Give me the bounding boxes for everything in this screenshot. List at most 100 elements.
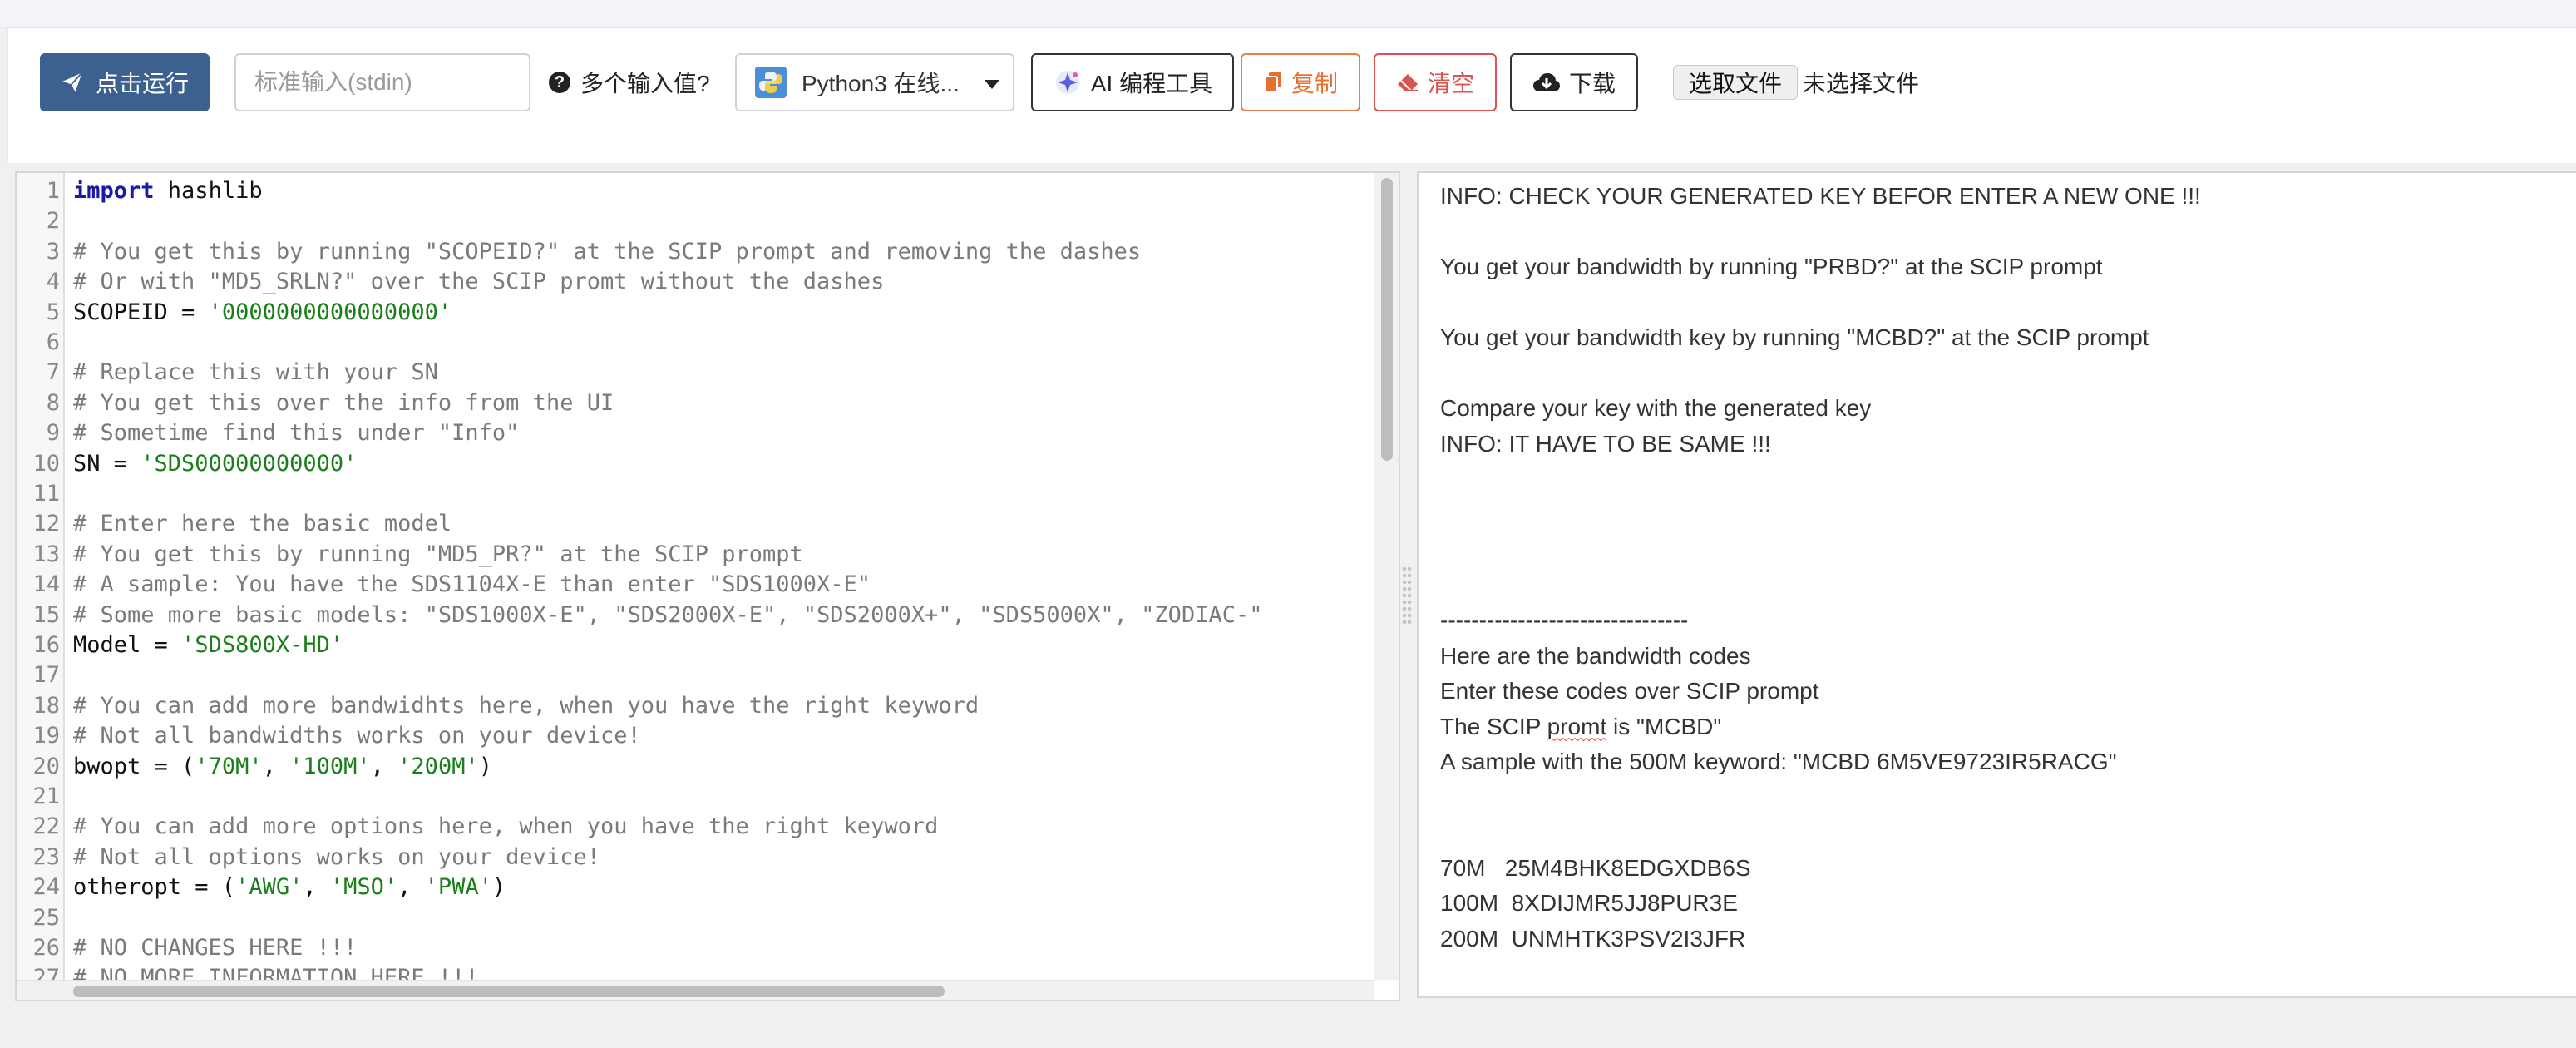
language-select-value: Python3 在线... (802, 71, 960, 96)
code-comment: # Some more basic models: "SDS1000X-E", … (73, 601, 1263, 628)
output-line: INFO: IT HAVE TO BE SAME !!! (1440, 430, 1771, 457)
code-line: 9 # Sometime find this under "Info" (17, 418, 1372, 448)
line-number: 16 (32, 632, 60, 658)
code-keyword: import (73, 178, 155, 204)
output-line: You get your bandwidth by running "PRBD?… (1440, 254, 2103, 279)
code-text: # Replace this with your SN (73, 358, 438, 388)
copy-button[interactable]: 复制 (1241, 53, 1360, 111)
file-status: 未选择文件 (1803, 71, 1920, 96)
code-string: 'PWA' (424, 874, 492, 901)
clear-button[interactable]: 清空 (1374, 53, 1497, 111)
code-line: 12 # Enter here the basic model (17, 509, 1372, 539)
language-select[interactable]: Python3 在线... (735, 53, 1014, 111)
code-line: 11 (17, 479, 1372, 509)
line-number: 20 (32, 753, 60, 779)
editor-vertical-scrollbar[interactable] (1374, 173, 1399, 980)
editor-vertical-scroll-thumb[interactable] (1381, 178, 1393, 461)
code-text: import hashlib (73, 176, 263, 206)
paper-plane-icon (62, 72, 83, 92)
line-number: 2 (46, 208, 60, 235)
code-text: SCOPEID = '0000000000000000' (73, 298, 452, 328)
code-line: 25 (17, 903, 1372, 933)
line-number: 25 (32, 904, 60, 931)
line-number: 11 (32, 481, 60, 507)
code-line: 7 # Replace this with your SN (17, 358, 1372, 388)
code-line: 24 otheropt = ('AWG', 'MSO', 'PWA') (17, 873, 1372, 902)
top-strip (0, 0, 2576, 28)
choose-file-button[interactable]: 选取文件 (1673, 65, 1798, 100)
code-comment: # You get this by running "SCOPEID?" at … (73, 238, 1142, 264)
line-number: 7 (46, 359, 60, 386)
run-button-label: 点击运行 (95, 71, 189, 96)
code-line: 13 # You get this by running "MD5_PR?" at… (17, 540, 1372, 570)
output-line: Enter these codes over SCIP prompt (1440, 678, 1819, 704)
ai-tool-button[interactable]: AI 编程工具 (1031, 53, 1234, 111)
code-text: # Not all options works on your device! (73, 843, 600, 873)
code-comment: # Replace this with your SN (73, 359, 438, 386)
code-token: ) (478, 753, 492, 779)
code-line: 8 # You get this over the info from the U… (17, 388, 1372, 418)
output-line: 100M 8XDIJMR5JJ8PUR3E (1440, 890, 1738, 916)
code-line: 16 Model = 'SDS800X-HD' (17, 630, 1372, 660)
editor-horizontal-scroll-thumb[interactable] (73, 986, 945, 997)
code-text: # Some more basic models: "SDS1000X-E", … (73, 601, 1262, 630)
line-number: 26 (32, 935, 60, 961)
code-comment: # You get this by running "MD5_PR?" at t… (73, 541, 803, 567)
line-number: 12 (32, 511, 60, 537)
code-text: # You can add more bandwidhts here, when… (73, 691, 979, 721)
code-line: 22 # You can add more options here, when … (17, 812, 1372, 842)
code-editor[interactable]: 1 import hashlib 2 3 # You get this by runni… (15, 171, 1400, 1001)
code-string: 'SDS00000000000' (141, 450, 358, 477)
code-string: 'MSO' (329, 874, 398, 901)
line-number: 13 (32, 541, 60, 567)
download-button[interactable]: 下载 (1510, 53, 1638, 111)
pane-resize-handle[interactable] (1402, 566, 1412, 624)
code-comment: # You can add more options here, when yo… (73, 813, 939, 840)
code-token: bwopt = ( (73, 753, 195, 779)
stdin-input[interactable] (234, 53, 530, 111)
copy-icon (1263, 72, 1281, 93)
code-text: # You can add more options here, when yo… (73, 812, 938, 842)
code-text: # You get this over the info from the UI (73, 388, 614, 418)
code-line: 20 bwopt = ('70M', '100M', '200M') (17, 752, 1372, 782)
code-text: # You get this by running "MD5_PR?" at t… (73, 540, 803, 570)
code-line: 23 # Not all options works on your device… (17, 843, 1372, 873)
code-line: 21 (17, 782, 1372, 812)
code-string: '200M' (397, 753, 479, 779)
code-text: # Enter here the basic model (73, 509, 452, 539)
download-label: 下载 (1568, 71, 1616, 96)
code-line: 14 # A sample: You have the SDS1104X-E th… (17, 570, 1372, 600)
code-token: otheropt = ( (73, 874, 236, 901)
output-line: INFO: CHECK YOUR GENERATED KEY BEFOR ENT… (1440, 183, 2201, 209)
line-number: 18 (32, 692, 60, 719)
code-text: otheropt = ('AWG', 'MSO', 'PWA') (73, 873, 506, 902)
output-line: 200M UNMHTK3PSV2I3JFR (1440, 925, 1746, 952)
editor-horizontal-scrollbar[interactable] (17, 980, 1374, 1000)
eraser-icon (1397, 74, 1418, 91)
run-button[interactable]: 点击运行 (40, 53, 210, 111)
code-comment: # You can add more bandwidhts here, when… (73, 692, 980, 719)
output-line: Compare your key with the generated key (1440, 395, 1872, 421)
code-string: '70M' (195, 753, 263, 779)
code-token: , (303, 874, 330, 901)
code-line: 5 SCOPEID = '0000000000000000' (17, 298, 1372, 328)
code-string: 'AWG' (235, 874, 303, 901)
code-token: SCOPEID = (73, 299, 209, 325)
code-comment: # Sometime find this under "Info" (73, 420, 520, 447)
line-number: 9 (46, 420, 60, 447)
code-line: 6 (17, 328, 1372, 358)
line-number: 8 (46, 389, 60, 416)
multi-input-help-link[interactable]: ? 多个输入值? (549, 53, 710, 111)
code-token: , (370, 753, 398, 779)
code-token: Model = (73, 632, 182, 658)
code-comment: # A sample: You have the SDS1104X-E than… (73, 571, 871, 598)
output-line: -------------------------------- (1440, 607, 1689, 633)
copy-label: 复制 (1290, 71, 1338, 96)
line-number: 3 (46, 238, 60, 264)
line-number: 1 (46, 178, 60, 204)
output-line: 70M 25M4BHK8EDGXDB6S (1440, 854, 1751, 881)
code-comment: # NO CHANGES HERE !!! (73, 935, 358, 961)
line-number: 19 (32, 723, 60, 749)
code-token: hashlib (154, 178, 263, 204)
code-line: 2 (17, 206, 1372, 236)
